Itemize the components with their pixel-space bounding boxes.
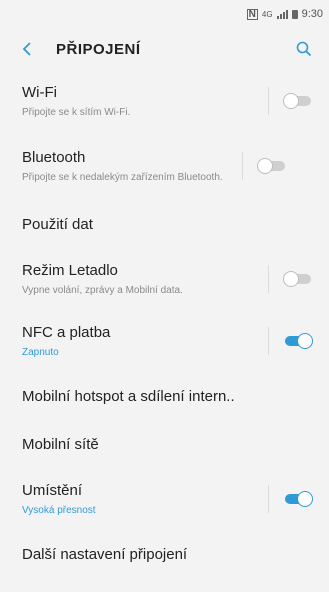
item-summary: Připojte se k sítím Wi-Fi.	[22, 107, 131, 118]
item-summary: Zapnuto	[22, 347, 59, 358]
status-bar: N 4G 9:30	[0, 0, 329, 28]
item-label: Bluetooth	[22, 149, 86, 166]
signal-icon	[276, 9, 288, 19]
location-toggle[interactable]	[283, 491, 313, 507]
divider	[268, 87, 269, 115]
item-label: Mobilní hotspot a sdílení intern..	[22, 387, 235, 405]
item-label: Další nastavení připojení	[22, 545, 188, 563]
item-label: Režim Letadlo	[22, 262, 118, 279]
list-item-nfc[interactable]: NFC a platba Zapnuto	[0, 310, 329, 372]
item-label: Wi-Fi	[22, 84, 57, 101]
list-item-hotspot[interactable]: Mobilní hotspot a sdílení intern..	[0, 372, 329, 420]
search-icon[interactable]	[293, 38, 315, 60]
item-label: NFC a platba	[22, 324, 111, 341]
item-summary: Připojte se k nedalekým zařízením Blueto…	[22, 172, 223, 183]
divider	[242, 152, 243, 180]
status-time: 9:30	[301, 8, 323, 20]
app-bar: PŘIPOJENÍ	[0, 28, 329, 70]
item-label: Mobilní sítě	[22, 435, 99, 453]
airplane-mode-toggle[interactable]	[283, 271, 313, 287]
divider	[268, 327, 269, 355]
list-item-data-usage[interactable]: Použití dat	[0, 200, 329, 248]
list-item-bluetooth[interactable]: Bluetooth Připojte se k nedalekým zaříze…	[0, 132, 329, 200]
battery-icon	[291, 9, 298, 19]
network-type-icon: 4G	[261, 9, 273, 19]
back-arrow-icon[interactable]	[22, 38, 44, 60]
list-item-airplane-mode[interactable]: Režim Letadlo Vypne volání, zprávy a Mob…	[0, 248, 329, 310]
page-title: PŘIPOJENÍ	[56, 40, 141, 58]
list-item-location[interactable]: Umístění Vysoká přesnost	[0, 468, 329, 530]
list-item-wifi[interactable]: Wi-Fi Připojte se k sítím Wi-Fi.	[0, 70, 329, 132]
item-label: Použití dat	[22, 215, 93, 233]
bluetooth-toggle[interactable]	[257, 158, 287, 174]
wifi-toggle[interactable]	[283, 93, 313, 109]
nfc-toggle[interactable]	[283, 333, 313, 349]
item-summary: Vysoká přesnost	[22, 505, 96, 516]
item-summary: Vypne volání, zprávy a Mobilní data.	[22, 285, 183, 296]
item-label: Umístění	[22, 482, 83, 499]
nfc-icon: N	[246, 8, 258, 20]
divider	[268, 265, 269, 293]
list-item-more-connection-settings[interactable]: Další nastavení připojení	[0, 530, 329, 578]
list-item-mobile-networks[interactable]: Mobilní sítě	[0, 420, 329, 468]
settings-list: Wi-Fi Připojte se k sítím Wi-Fi. Bluetoo…	[0, 70, 329, 578]
divider	[268, 485, 269, 513]
